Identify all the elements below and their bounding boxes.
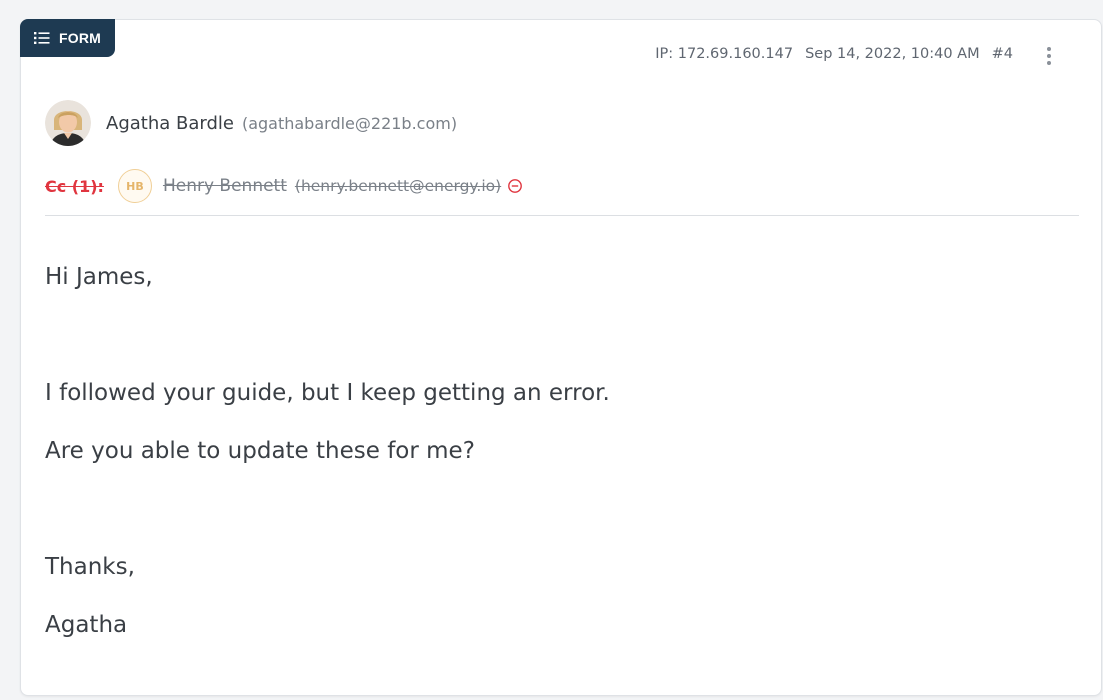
message-greeting: Hi James, <box>45 264 153 290</box>
form-badge: FORM <box>20 19 116 57</box>
kebab-menu-icon[interactable] <box>1041 44 1057 68</box>
message-blank-line <box>45 306 610 364</box>
cc-label: Cc (1): <box>45 176 104 196</box>
message-blank-line <box>45 480 610 538</box>
cc-avatar: HB <box>117 169 152 203</box>
ip-address: IP: 172.69.160.147 <box>655 46 794 62</box>
cc-email: (henry.bennett@energy.io) <box>294 177 502 195</box>
badge-label: FORM <box>59 30 102 46</box>
sender-email: (agathabardle@221b.com) <box>241 113 458 133</box>
message-body: Hi James, I followed your guide, but I k… <box>45 248 610 654</box>
cc-name: Henry Bennett <box>162 176 287 196</box>
minus-circle-icon[interactable] <box>507 178 523 194</box>
message-meta: IP: 172.69.160.147 Sep 14, 2022, 10:40 A… <box>655 46 1013 62</box>
message-closing: Thanks, <box>45 554 135 580</box>
timestamp: Sep 14, 2022, 10:40 AM <box>805 46 980 62</box>
message-line: Are you able to update these for me? <box>45 438 475 464</box>
message-card: FORM IP: 172.69.160.147 Sep 14, 2022, 10… <box>20 19 1102 696</box>
message-signature: Agatha <box>45 612 128 638</box>
sender-row: Agatha Bardle (agathabardle@221b.com) <box>45 100 457 146</box>
list-icon <box>34 31 50 45</box>
avatar <box>45 100 91 146</box>
message-number: #4 <box>991 46 1013 62</box>
sender-name: Agatha Bardle <box>106 112 234 134</box>
cc-row: Cc (1): HB Henry Bennett (henry.bennett@… <box>45 169 523 203</box>
message-line: I followed your guide, but I keep gettin… <box>45 380 610 406</box>
divider <box>45 215 1079 216</box>
